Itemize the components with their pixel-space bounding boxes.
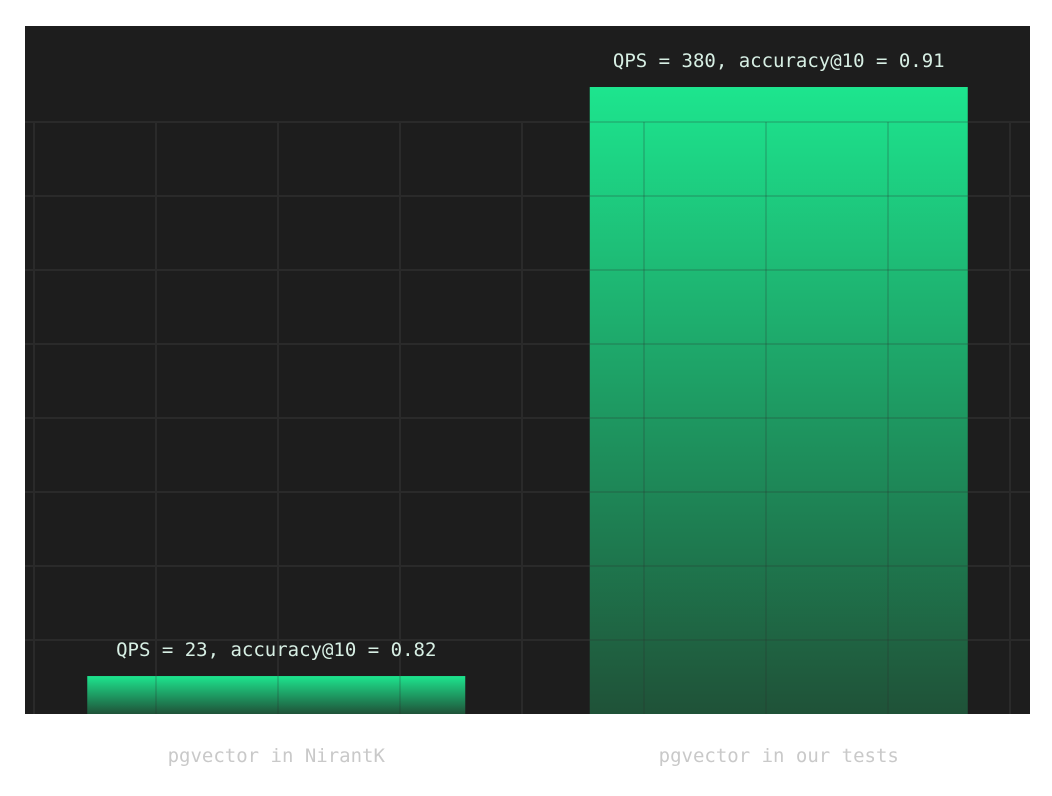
bar-chart: QPS = 23, accuracy@10 = 0.82 QPS = 380, a…	[25, 26, 1030, 767]
category-label-2: pgvector in our tests	[659, 745, 899, 767]
category-label-1: pgvector in NirantK	[168, 745, 386, 767]
data-label-1: QPS = 23, accuracy@10 = 0.82	[116, 639, 436, 661]
bar-1	[87, 676, 466, 714]
data-label-2: QPS = 380, accuracy@10 = 0.91	[613, 50, 945, 72]
bar-2	[589, 87, 968, 714]
category-labels: pgvector in NirantK pgvector in our tests	[168, 745, 899, 767]
